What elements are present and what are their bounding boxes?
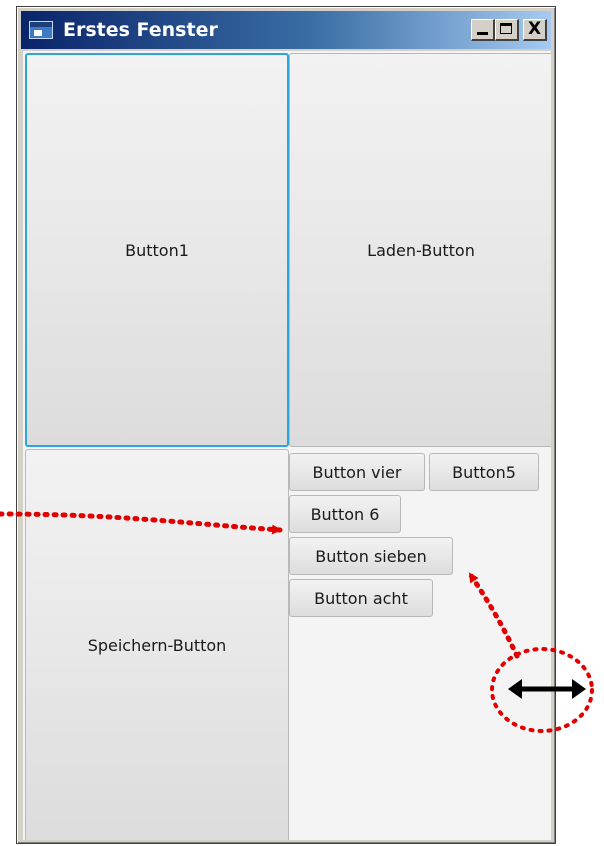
window-title: Erstes Fenster xyxy=(63,19,218,41)
button1[interactable]: Button1 xyxy=(25,53,289,447)
button-sieben[interactable]: Button sieben xyxy=(289,537,453,575)
maximize-button[interactable] xyxy=(495,19,519,41)
maximize-icon xyxy=(500,23,512,34)
window-app-icon[interactable] xyxy=(29,21,53,39)
minimize-button[interactable] xyxy=(471,19,495,41)
window-client-area: Button1 Laden-Button Speichern-Button Bu… xyxy=(23,51,551,840)
speichern-button[interactable]: Speichern-Button xyxy=(25,449,289,840)
main-window: Erstes Fenster X Button1 Laden-Button Sp… xyxy=(16,6,556,844)
button-6[interactable]: Button 6 xyxy=(289,495,401,533)
button-vier[interactable]: Button vier xyxy=(289,453,425,491)
close-icon: X xyxy=(527,19,542,39)
laden-button[interactable]: Laden-Button xyxy=(289,53,551,447)
close-button[interactable]: X xyxy=(523,19,547,41)
minimize-icon xyxy=(477,32,488,35)
button5[interactable]: Button5 xyxy=(429,453,539,491)
button-acht[interactable]: Button acht xyxy=(289,579,433,617)
title-bar[interactable]: Erstes Fenster X xyxy=(21,11,551,49)
